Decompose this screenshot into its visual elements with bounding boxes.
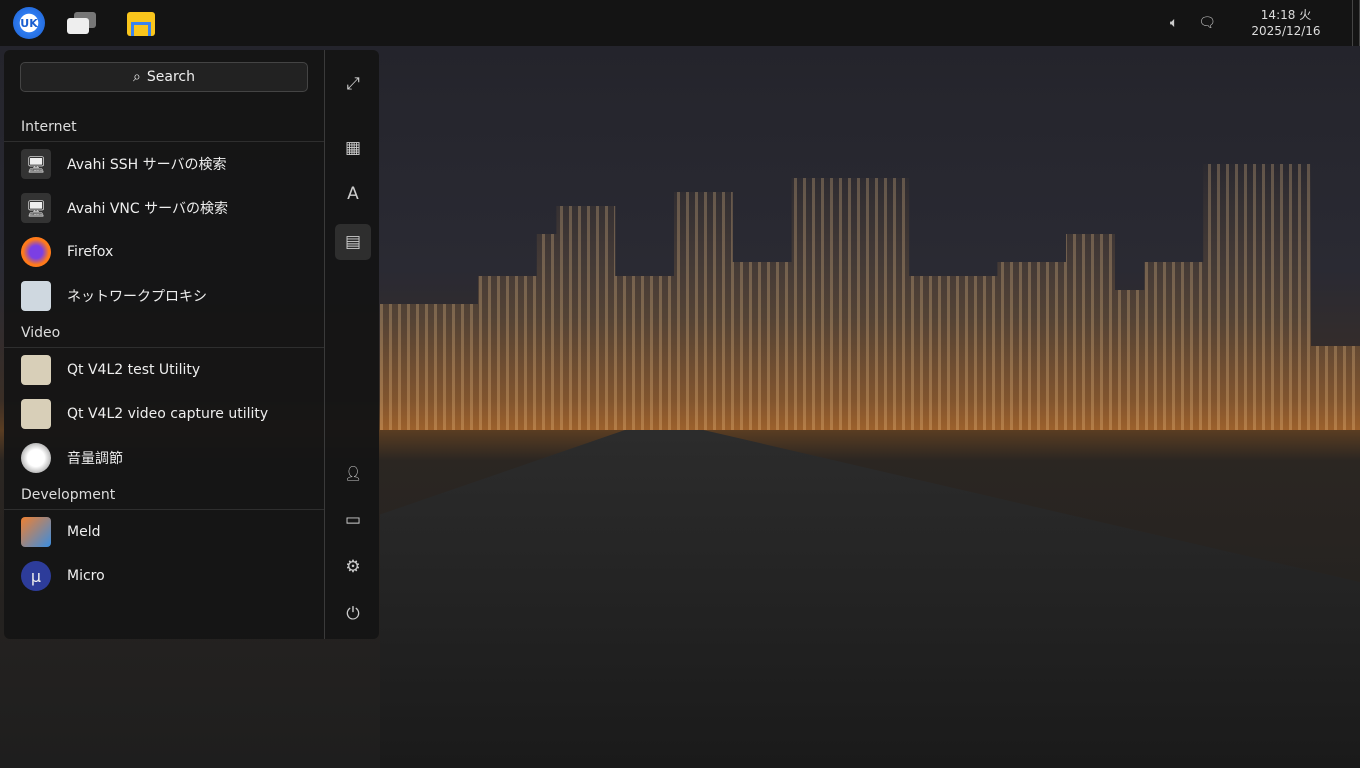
app-item[interactable]: 音量調節 bbox=[4, 436, 324, 480]
speaker-icon[interactable]: 🔈︎ bbox=[1170, 15, 1178, 31]
volume-control-icon bbox=[21, 443, 51, 473]
proxy-icon bbox=[21, 281, 51, 311]
search-input[interactable]: ⌕ Search bbox=[20, 62, 308, 92]
micro-icon: μ bbox=[21, 561, 51, 591]
start-menu-button[interactable]: UK bbox=[13, 7, 45, 39]
app-label: Qt V4L2 video capture utility bbox=[67, 406, 269, 422]
app-item[interactable]: 🖥 Avahi VNC サーバの検索 bbox=[4, 186, 324, 230]
network-monitor-icon: 🖥 bbox=[21, 193, 51, 223]
app-label: 音量調節 bbox=[67, 451, 123, 467]
clock[interactable]: 14:18 火 2025/12/16 bbox=[1236, 7, 1336, 39]
app-list: Internet 🖥 Avahi SSH サーバの検索 🖥 Avahi VNC サーバの… bbox=[4, 112, 324, 598]
app-label: Firefox bbox=[67, 244, 114, 260]
app-item[interactable]: Qt V4L2 test Utility bbox=[4, 348, 324, 392]
function-view-icon[interactable]: ▤ bbox=[335, 224, 371, 260]
clock-date: 2025/12/16 bbox=[1251, 24, 1321, 38]
expand-icon[interactable]: ⤢ bbox=[335, 66, 371, 102]
category-header: Video bbox=[4, 318, 324, 348]
network-monitor-icon: 🖥 bbox=[21, 149, 51, 179]
category-header: Internet bbox=[4, 112, 324, 142]
app-item[interactable]: ネットワークプロキシ bbox=[4, 274, 324, 318]
app-label: Meld bbox=[67, 524, 101, 540]
taskbar: UK 🔈︎ 🗨︎ 14:18 火 2025/12/16 bbox=[0, 0, 1360, 46]
app-item[interactable]: Qt V4L2 video capture utility bbox=[4, 392, 324, 436]
app-label: Avahi SSH サーバの検索 bbox=[67, 157, 227, 173]
power-icon[interactable]: ⏻ bbox=[335, 596, 371, 632]
message-icon[interactable]: 🗨︎ bbox=[1198, 15, 1216, 31]
category-header: Development bbox=[4, 480, 324, 510]
qt-v4l2-icon bbox=[21, 355, 51, 385]
start-menu: ⌕ Search Internet 🖥 Avahi SSH サーバの検索 🖥 Avahi … bbox=[4, 50, 379, 639]
wallpaper-pier bbox=[380, 430, 1360, 768]
letter-view-icon[interactable]: A bbox=[335, 176, 371, 212]
user-icon[interactable]: 👤︎ bbox=[335, 456, 371, 492]
clock-time: 14:18 火 bbox=[1260, 8, 1312, 22]
app-item[interactable]: Meld bbox=[4, 510, 324, 554]
computer-icon[interactable]: ▭ bbox=[335, 502, 371, 538]
file-manager-button[interactable] bbox=[126, 7, 158, 39]
firefox-icon bbox=[21, 237, 51, 267]
search-placeholder: Search bbox=[146, 69, 195, 85]
multitask-view-button[interactable] bbox=[66, 7, 98, 39]
app-item[interactable]: μ Micro bbox=[4, 554, 324, 598]
app-label: Avahi VNC サーバの検索 bbox=[67, 201, 228, 217]
show-desktop-button[interactable] bbox=[1352, 0, 1360, 46]
app-label: Micro bbox=[67, 568, 105, 584]
wallpaper-skyline bbox=[380, 164, 1360, 430]
meld-icon bbox=[21, 517, 51, 547]
search-icon: ⌕ bbox=[133, 69, 141, 85]
app-label: ネットワークプロキシ bbox=[67, 289, 207, 305]
category-view-icon[interactable]: ▦ bbox=[335, 130, 371, 166]
app-item[interactable]: Firefox bbox=[4, 230, 324, 274]
start-logo: UK bbox=[20, 16, 38, 30]
system-tray: 🔈︎ 🗨︎ 14:18 火 2025/12/16 bbox=[1170, 0, 1360, 46]
qt-v4l2-icon bbox=[21, 399, 51, 429]
app-label: Qt V4L2 test Utility bbox=[67, 362, 201, 378]
app-item[interactable]: 🖥 Avahi SSH サーバの検索 bbox=[4, 142, 324, 186]
settings-icon[interactable]: ⚙ bbox=[335, 549, 371, 585]
